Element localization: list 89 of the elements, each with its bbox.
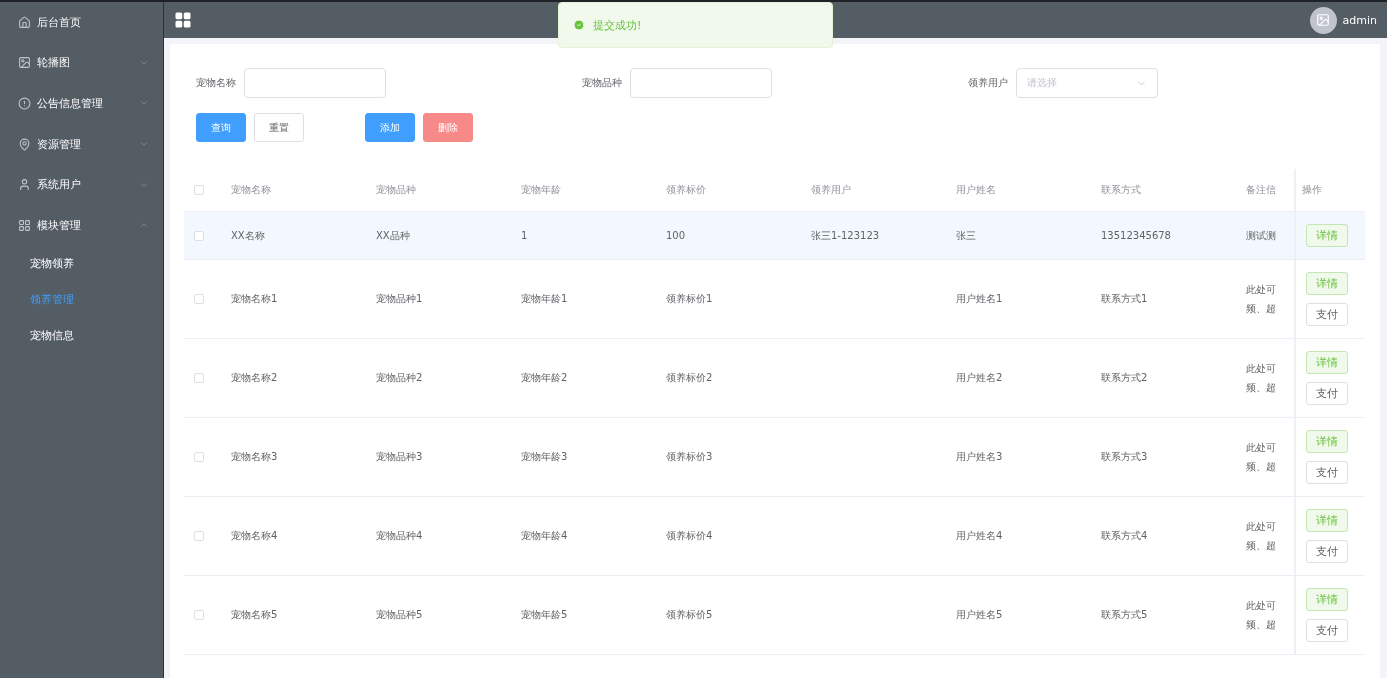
pay-button[interactable]: 支付 bbox=[1306, 303, 1348, 326]
action-button[interactable]: 重置 bbox=[254, 113, 304, 142]
table-cell-text: 测试测 bbox=[1245, 229, 1277, 243]
toast-message: 提交成功! bbox=[593, 17, 642, 33]
checkbox[interactable] bbox=[194, 230, 204, 241]
column-header: 用户姓名 bbox=[955, 183, 997, 197]
table-cell-text: 联系方式5 bbox=[1100, 608, 1149, 622]
table-cell-text: 宠物品种3 bbox=[375, 450, 424, 464]
table-cell-text: 宠物年龄2 bbox=[520, 371, 569, 385]
pay-button[interactable]: 支付 bbox=[1306, 619, 1348, 642]
column-header: 操作 bbox=[1302, 183, 1322, 197]
table-cell-text: 联系方式1 bbox=[1100, 292, 1149, 306]
avatar[interactable] bbox=[1309, 6, 1337, 34]
menu-icon bbox=[18, 218, 31, 232]
grid-menu-icon[interactable] bbox=[174, 11, 192, 29]
filter-label: 宠物品种 bbox=[582, 76, 622, 90]
submenu-item[interactable]: 宠物信息 bbox=[0, 317, 163, 354]
column-header: 领养用户 bbox=[810, 183, 852, 197]
table-cell-text: 用户姓名1 bbox=[955, 292, 1004, 306]
user-name: admin bbox=[1342, 13, 1377, 27]
table-cell-text: 此处可 频、超 bbox=[1245, 362, 1277, 395]
sidebar-item[interactable]: 后台首页 bbox=[0, 2, 163, 43]
input-field[interactable] bbox=[244, 68, 386, 98]
pay-button[interactable]: 支付 bbox=[1306, 461, 1348, 484]
column-header: 联系方式 bbox=[1100, 183, 1142, 197]
table-cell-text: 宠物名称1 bbox=[230, 292, 279, 306]
table-cell-text: 1 bbox=[520, 230, 529, 241]
sidebar-item[interactable]: 模块管理 bbox=[0, 204, 163, 246]
checkbox[interactable] bbox=[194, 185, 204, 195]
table-cell-text: 100 bbox=[665, 230, 687, 241]
table-cell-text: XX名称 bbox=[230, 228, 266, 243]
menu-icon bbox=[18, 137, 31, 151]
column-header: 领养标价 bbox=[665, 183, 707, 197]
table-cell-text: 领养标价1 bbox=[665, 292, 714, 306]
table-cell-text: 此处可 频、超 bbox=[1245, 599, 1277, 632]
table-cell-text: 此处可 频、超 bbox=[1245, 520, 1277, 553]
checkbox[interactable] bbox=[194, 452, 204, 462]
table-cell-text: 宠物年龄5 bbox=[520, 608, 569, 622]
table-cell-text: 宠物名称4 bbox=[230, 529, 279, 543]
table-cell-text: 此处可 频、超 bbox=[1245, 283, 1277, 316]
table-cell-text: 联系方式3 bbox=[1100, 450, 1149, 464]
filter-label: 宠物名称 bbox=[196, 76, 236, 90]
table-cell-text: 宠物品种1 bbox=[375, 292, 424, 306]
table-cell-text: XX品种 bbox=[375, 228, 411, 243]
column-header: 宠物年龄 bbox=[520, 183, 562, 197]
table-cell-text: 用户姓名4 bbox=[955, 529, 1004, 543]
column-header: 宠物名称 bbox=[230, 183, 272, 197]
table-cell-text: 宠物年龄1 bbox=[520, 292, 569, 306]
input-field[interactable] bbox=[630, 68, 772, 98]
column-header: 备注信 bbox=[1245, 183, 1277, 197]
checkbox[interactable] bbox=[194, 373, 204, 383]
table-cell-text: 宠物品种5 bbox=[375, 608, 424, 622]
table-cell-text: 张三 bbox=[955, 228, 977, 243]
table-cell-text: 宠物名称5 bbox=[230, 608, 279, 622]
pay-button[interactable]: 支付 bbox=[1306, 382, 1348, 405]
menu-icon bbox=[18, 178, 31, 192]
submenu-item[interactable]: 宠物领养 bbox=[0, 245, 163, 282]
table-cell-text: 用户姓名3 bbox=[955, 450, 1004, 464]
table-cell-text: 宠物品种4 bbox=[375, 529, 424, 543]
table-cell-text: 宠物年龄4 bbox=[520, 529, 569, 543]
sidebar-item[interactable]: 资源管理 bbox=[0, 123, 163, 165]
table-cell-text: 宠物品种2 bbox=[375, 371, 424, 385]
menu-icon bbox=[18, 97, 31, 110]
success-icon bbox=[573, 19, 585, 31]
table-cell-text: 宠物年龄3 bbox=[520, 450, 569, 464]
column-header: 宠物品种 bbox=[375, 183, 417, 197]
table-cell-text: 张三1-123123 bbox=[810, 228, 881, 243]
table-cell-text: 用户姓名2 bbox=[955, 371, 1004, 385]
sidebar-item[interactable]: 系统用户 bbox=[0, 164, 163, 205]
table-cell-text: 用户姓名5 bbox=[955, 608, 1004, 622]
table-cell-text: 领养标价5 bbox=[665, 608, 714, 622]
pay-button[interactable]: 支付 bbox=[1306, 540, 1348, 563]
checkbox[interactable] bbox=[194, 610, 204, 620]
table-cell-text: 联系方式4 bbox=[1100, 529, 1149, 543]
menu-icon bbox=[18, 56, 31, 70]
filter-label: 领养用户 bbox=[968, 76, 1008, 90]
sidebar-item[interactable]: 公告信息管理 bbox=[0, 83, 163, 124]
table-cell-text: 宠物名称3 bbox=[230, 450, 279, 464]
sidebar-item[interactable]: 轮播图 bbox=[0, 42, 163, 84]
checkbox[interactable] bbox=[194, 294, 204, 304]
table-cell-text: 13512345678 bbox=[1100, 230, 1172, 241]
table-cell-text: 此处可 频、超 bbox=[1245, 441, 1277, 474]
table-cell-text: 领养标价4 bbox=[665, 529, 714, 543]
table-cell-text: 领养标价2 bbox=[665, 371, 714, 385]
table-cell-text: 领养标价3 bbox=[665, 450, 714, 464]
menu-icon bbox=[18, 15, 31, 29]
checkbox[interactable] bbox=[194, 531, 204, 541]
table-cell-text: 宠物名称2 bbox=[230, 371, 279, 385]
table-cell-text: 联系方式2 bbox=[1100, 371, 1149, 385]
